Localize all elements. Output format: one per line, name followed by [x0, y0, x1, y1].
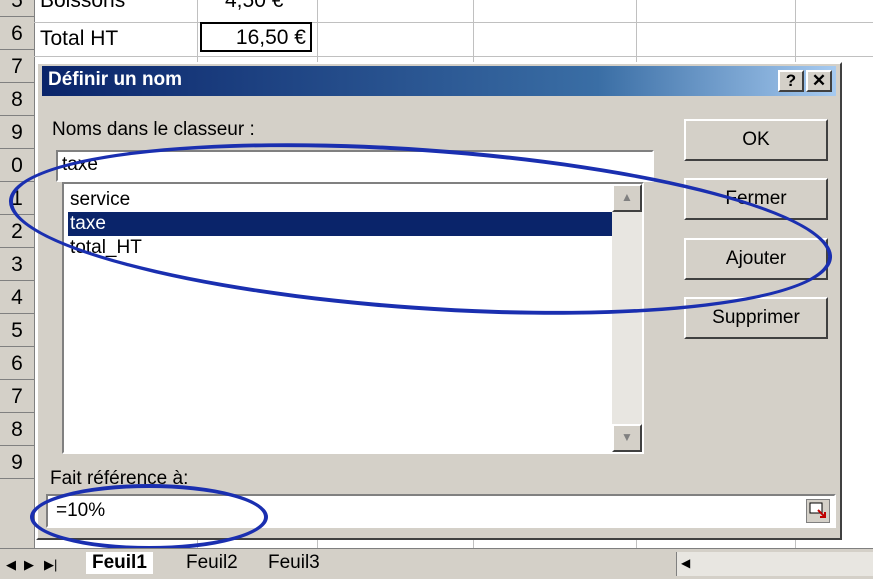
help-button[interactable]: ? — [778, 70, 804, 92]
scroll-left-icon[interactable]: ◀ — [681, 556, 690, 570]
tab-feuil2[interactable]: Feuil2 — [186, 552, 238, 574]
row-number[interactable]: 7 — [0, 381, 34, 413]
tab-prev-icon[interactable]: ▶ — [24, 557, 34, 573]
annotation-ellipse-reference — [30, 484, 268, 550]
ok-button[interactable]: OK — [684, 119, 828, 161]
tab-first-icon[interactable]: ◀ — [6, 557, 16, 573]
row-number[interactable]: 4 — [0, 282, 34, 314]
dialog-titlebar[interactable]: Définir un nom ? ✕ — [42, 66, 836, 96]
row-number[interactable]: 8 — [0, 414, 34, 446]
row-number[interactable]: 6 — [0, 348, 34, 380]
row-number[interactable]: 8 — [0, 84, 34, 116]
grid-line — [34, 56, 873, 57]
tab-feuil1[interactable]: Feuil1 — [86, 552, 153, 574]
sheet-tabs-bar: ◀ ▶ ▶| Feuil1 Feuil2 Feuil3 ◀ — [0, 548, 873, 579]
close-icon[interactable]: ✕ — [806, 70, 832, 92]
cell-total-value[interactable]: 16,50 € — [200, 22, 312, 52]
row-number[interactable]: 6 — [0, 18, 34, 50]
row-number[interactable]: 7 — [0, 51, 34, 83]
horizontal-scrollbar[interactable]: ◀ — [676, 552, 873, 576]
cell-total-label[interactable]: Total HT — [40, 22, 118, 56]
tab-feuil3[interactable]: Feuil3 — [268, 552, 320, 574]
tab-next-icon[interactable]: ▶| — [44, 557, 57, 573]
row-number[interactable]: 9 — [0, 117, 34, 149]
row-number[interactable]: 5 — [0, 0, 34, 17]
dialog-title: Définir un nom — [48, 69, 183, 90]
grid-line — [34, 22, 873, 23]
cell-top-label[interactable]: Boissons — [40, 0, 125, 18]
scroll-down-icon[interactable]: ▼ — [612, 424, 642, 452]
row-number[interactable]: 9 — [0, 447, 34, 479]
collapse-dialog-icon[interactable] — [806, 499, 830, 523]
row-number[interactable]: 5 — [0, 315, 34, 347]
names-label: Noms dans le classeur : — [52, 119, 255, 140]
cell-top-value[interactable]: 4,50 € — [225, 0, 283, 18]
row-number[interactable]: 3 — [0, 249, 34, 281]
